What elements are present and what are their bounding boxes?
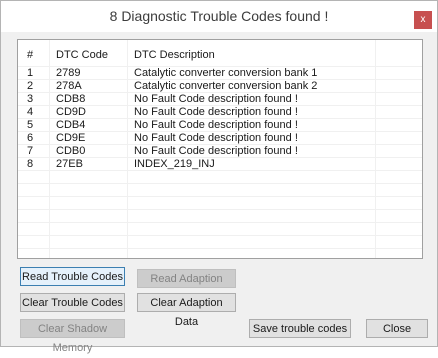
row-separator — [18, 183, 422, 184]
row-separator — [18, 248, 422, 249]
close-window-icon[interactable]: x — [414, 11, 432, 29]
dtc-code: CD9E — [56, 132, 86, 144]
dtc-description: No Fault Code description found ! — [134, 145, 298, 157]
row-number: 4 — [27, 106, 34, 118]
dtc-code: CDB0 — [56, 145, 86, 157]
row-number: 8 — [27, 158, 34, 170]
row-separator — [18, 196, 422, 197]
dtc-code: 27EB — [56, 158, 83, 170]
row-separator — [18, 235, 422, 236]
dtc-list[interactable]: # DTC Code DTC Description 1 2789 Cataly… — [17, 39, 423, 259]
dtc-description: No Fault Code description found ! — [134, 119, 298, 131]
read-adaption-data-button[interactable]: Read Adaption Data — [137, 269, 236, 304]
dtc-description: No Fault Code description found ! — [134, 132, 298, 144]
dtc-code: CDB8 — [56, 93, 86, 105]
column-header-dtc-description[interactable]: DTC Description — [134, 49, 215, 62]
clear-adaption-data-button[interactable]: Clear Adaption Data — [137, 293, 236, 328]
row-number: 5 — [27, 119, 34, 131]
column-header-number[interactable]: # — [27, 49, 33, 62]
clear-trouble-codes-button[interactable]: Clear Trouble Codes — [20, 293, 125, 312]
dtc-description: No Fault Code description found ! — [134, 93, 298, 105]
dtc-dialog-window: 8 Diagnostic Trouble Codes found ! x # D… — [0, 0, 438, 354]
row-separator — [18, 209, 422, 210]
row-number: 3 — [27, 93, 34, 105]
clear-shadow-memory-button[interactable]: Clear Shadow Memory — [20, 319, 125, 354]
dtc-code: CD9D — [56, 106, 86, 118]
save-trouble-codes-button[interactable]: Save trouble codes — [249, 319, 351, 338]
row-number: 7 — [27, 145, 34, 157]
title-bar: 8 Diagnostic Trouble Codes found ! x — [1, 1, 437, 32]
read-trouble-codes-button[interactable]: Read Trouble Codes — [20, 267, 125, 286]
row-number: 6 — [27, 132, 34, 144]
dtc-code: 278A — [56, 80, 82, 92]
row-number: 2 — [27, 80, 34, 92]
dialog-title: 8 Diagnostic Trouble Codes found ! — [109, 8, 329, 24]
dtc-code: CDB4 — [56, 119, 86, 131]
column-separator — [375, 40, 376, 258]
column-header-dtc-code[interactable]: DTC Code — [56, 49, 108, 62]
row-separator — [18, 222, 422, 223]
dtc-code: 2789 — [56, 67, 81, 79]
row-number: 1 — [27, 67, 34, 79]
close-button[interactable]: Close — [366, 319, 428, 338]
column-separator — [127, 40, 128, 258]
column-separator — [49, 40, 50, 258]
dtc-description: Catalytic converter conversion bank 2 — [134, 80, 318, 92]
dtc-description: Catalytic converter conversion bank 1 — [134, 67, 318, 79]
dtc-description: INDEX_219_INJ — [134, 158, 215, 170]
dtc-description: No Fault Code description found ! — [134, 106, 298, 118]
